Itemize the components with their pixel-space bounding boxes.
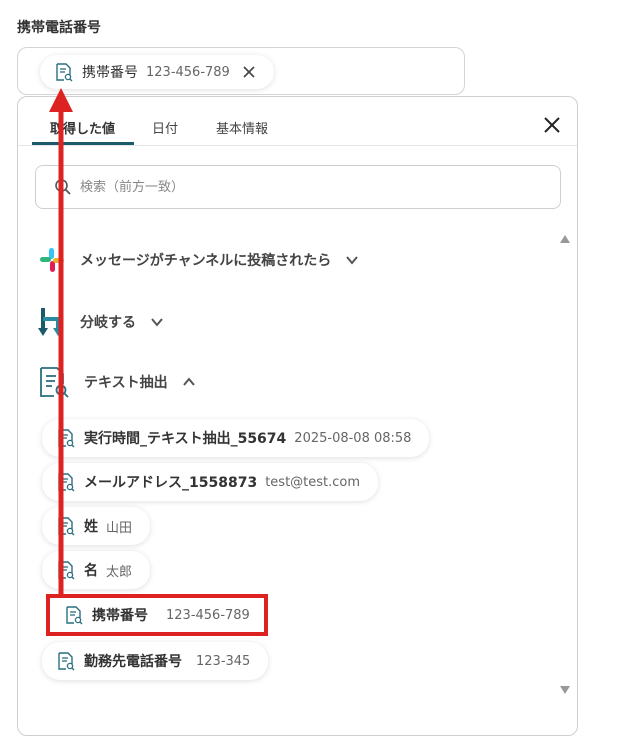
search-input[interactable] [78, 178, 502, 196]
remove-chip-icon[interactable] [242, 65, 256, 79]
document-search-icon [58, 561, 75, 580]
document-search-icon [58, 517, 75, 536]
item-value: 123-345 [196, 653, 251, 669]
list-item[interactable]: 実行時間_テキスト抽出_55674 2025-08-08 08:58 [42, 419, 430, 457]
item-label: 実行時間_テキスト抽出_55674 [84, 431, 287, 447]
chevron-down-icon [346, 256, 359, 265]
document-search-icon [58, 429, 75, 448]
section-name: テキスト抽出 [84, 375, 168, 391]
item-value: test@test.com [265, 474, 361, 490]
search-box[interactable] [35, 165, 561, 209]
text-extract-icon [40, 367, 69, 398]
item-label: 勤務先電話番号 [84, 654, 182, 670]
slack-icon [40, 248, 64, 272]
document-search-icon [58, 473, 75, 492]
chevron-up-icon [182, 377, 195, 386]
item-value: 太郎 [106, 564, 133, 580]
document-search-icon [56, 63, 73, 82]
tab-acquired-values[interactable]: 取得した値 [50, 118, 115, 137]
document-search-icon [58, 652, 75, 671]
chip-value: 123-456-789 [146, 64, 230, 80]
list-item[interactable]: 姓 山田 [42, 507, 151, 545]
section-name: 分岐する [80, 315, 136, 331]
item-label: 姓 [84, 519, 98, 535]
selected-value-chip[interactable]: 携帯番号 123-456-789 [40, 55, 274, 89]
item-value: 山田 [106, 520, 133, 536]
list-item[interactable]: 勤務先電話番号 123-345 [42, 642, 269, 680]
section-slack-trigger[interactable]: メッセージがチャンネルに投稿されたら [38, 246, 359, 274]
list-item[interactable]: 名 太郎 [42, 551, 151, 589]
section-branch[interactable]: 分岐する [38, 306, 164, 338]
chip-label: 携帯番号 [82, 65, 138, 81]
tab-date[interactable]: 日付 [152, 118, 178, 137]
item-label: 名 [84, 563, 98, 579]
branch-icon [38, 308, 63, 336]
item-value: 2025-08-08 08:58 [294, 430, 412, 446]
chevron-down-icon [151, 318, 163, 327]
search-icon [55, 179, 71, 195]
scroll-up-icon[interactable] [559, 234, 571, 244]
section-text-extract[interactable]: テキスト抽出 [38, 366, 196, 398]
close-icon[interactable] [541, 114, 563, 136]
scroll-down-icon[interactable] [559, 685, 571, 695]
tab-basic-info[interactable]: 基本情報 [216, 118, 268, 137]
section-name: メッセージがチャンネルに投稿されたら [80, 253, 332, 269]
list-item[interactable]: メールアドレス_1558873 test@test.com [42, 463, 379, 501]
item-label: メールアドレス_1558873 [84, 475, 258, 491]
highlight-box [46, 594, 268, 636]
tabs-divider [18, 145, 577, 146]
field-label: 携帯電話番号 [17, 20, 101, 36]
